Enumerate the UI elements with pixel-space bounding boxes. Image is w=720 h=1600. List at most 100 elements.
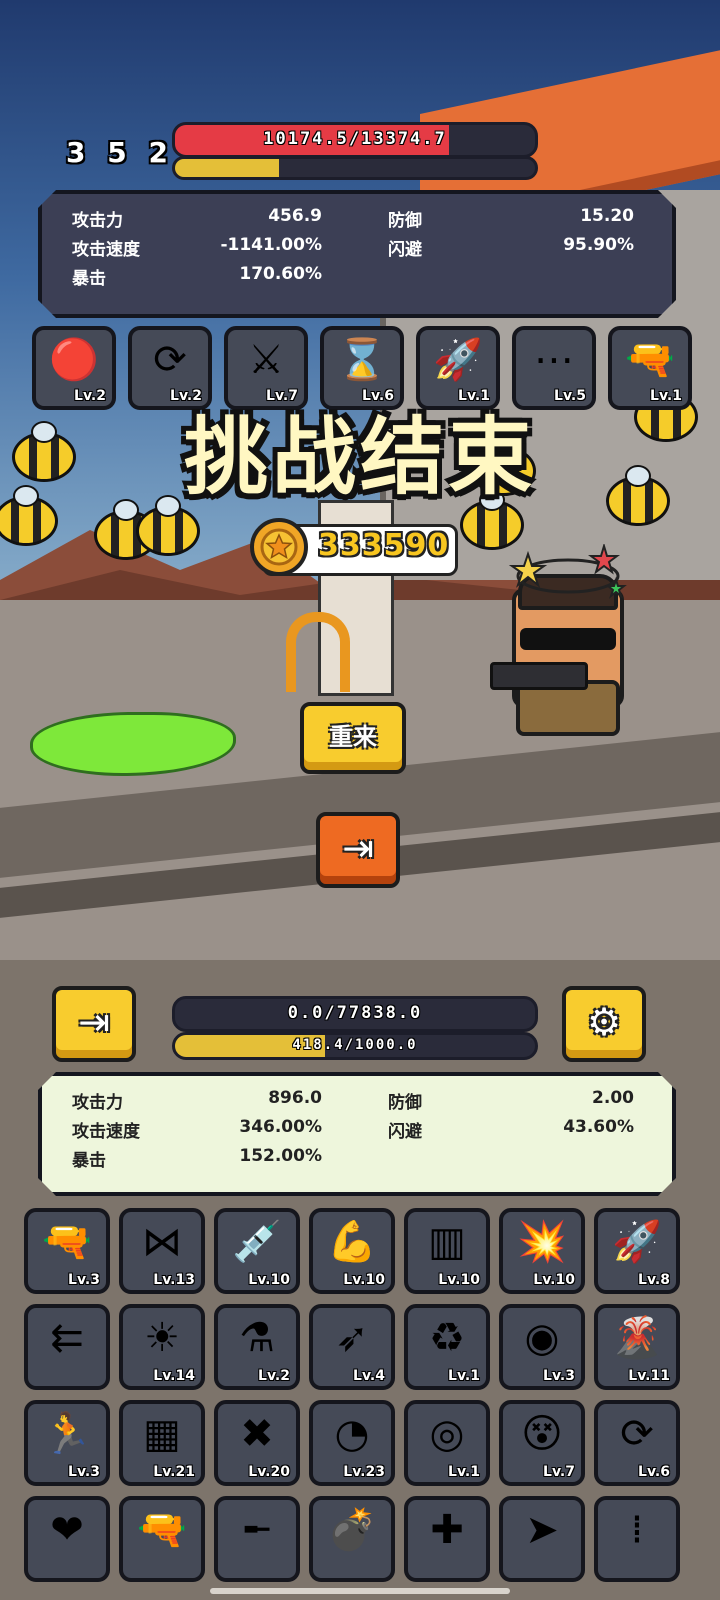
potion-icon: ⚗: [239, 1315, 275, 1361]
player-xp-bar: 418.4/1000.0: [172, 1032, 538, 1060]
skill-level-label: Lv.2: [258, 1368, 290, 1384]
player-skill-slot[interactable]: 🏃 Lv.3: [24, 1400, 110, 1486]
player-skill-slot[interactable]: 🚀 Lv.8: [594, 1208, 680, 1294]
player-skill-slot[interactable]: ✚: [404, 1496, 490, 1582]
skill-level-label: Lv.10: [438, 1272, 480, 1288]
grenade-icon: 💣: [327, 1507, 377, 1553]
bullet-icon: 🚀: [433, 337, 483, 383]
player-skill-slot[interactable]: ⋈ Lv.13: [119, 1208, 205, 1294]
player-skill-slot[interactable]: ☀ Lv.14: [119, 1304, 205, 1390]
player-sunglasses: [520, 628, 616, 650]
enemy-hp-text: 10174.5/13374.7: [263, 129, 447, 149]
player-skill-slot[interactable]: 🔫 Lv.3: [24, 1208, 110, 1294]
path-dots-icon: ⋯: [534, 337, 574, 383]
player-skill-slot[interactable]: ╾: [214, 1496, 300, 1582]
enemy-secondary-fill: [175, 159, 280, 177]
muscle-icon: 💪: [327, 1219, 377, 1265]
player-dodge-label: 闪避: [388, 1122, 422, 1142]
player-skill-slot[interactable]: ⟳ Lv.6: [594, 1400, 680, 1486]
black-hole-icon: ◉: [524, 1315, 560, 1361]
stage-level: 3 5 2: [66, 136, 174, 169]
enemy-crit-value: 170.60%: [239, 264, 322, 284]
skill-level-label: Lv.23: [343, 1464, 385, 1480]
retry-button[interactable]: 重来: [300, 702, 406, 774]
exit-door-icon: ⇥: [78, 1000, 110, 1044]
shotgun-icon: ╾: [244, 1507, 270, 1553]
enemy-defense-label: 防御: [388, 211, 422, 231]
player-skill-slot[interactable]: ➤: [499, 1496, 585, 1582]
skill-level-label: Lv.4: [353, 1368, 385, 1384]
skill-level-label: Lv.14: [153, 1368, 195, 1384]
skill-level-label: Lv.8: [638, 1272, 670, 1288]
player-defense-value: 2.00: [592, 1088, 634, 1108]
player-rifle: [490, 662, 588, 690]
player-xp-text: 418.4/1000.0: [292, 1037, 418, 1053]
pistol-icon: 🔫: [137, 1507, 187, 1553]
player-exit-button[interactable]: ⇥: [52, 986, 136, 1062]
volcano-icon: 🌋: [612, 1315, 662, 1361]
skill-level-label: Lv.10: [248, 1272, 290, 1288]
star-coin-icon: [250, 518, 308, 576]
player-skill-slot[interactable]: ♻ Lv.1: [404, 1304, 490, 1390]
skill-level-label: Lv.7: [543, 1464, 575, 1480]
cycle-bolt-icon: ⟳: [620, 1411, 654, 1457]
enemy-hp-bar: 10174.5/13374.7: [172, 122, 538, 158]
enemy-speed-value: -1141.00%: [220, 235, 322, 255]
target-icon: ◎: [429, 1411, 465, 1457]
player-skill-slot[interactable]: ◉ Lv.3: [499, 1304, 585, 1390]
home-indicator[interactable]: [210, 1588, 510, 1594]
player-skill-slot[interactable]: 💣: [309, 1496, 395, 1582]
enemy-speed-label: 攻击速度: [72, 240, 140, 260]
player-skill-slot[interactable]: ❤: [24, 1496, 110, 1582]
player-skill-slot[interactable]: ✖ Lv.20: [214, 1400, 300, 1486]
enemy-attack-label: 攻击力: [72, 211, 123, 231]
skill-level-label: Lv.1: [448, 1368, 480, 1384]
enemy-defense-value: 15.20: [580, 206, 634, 226]
skill-level-label: Lv.21: [153, 1464, 195, 1480]
player-hp-text: 0.0/77838.0: [287, 1003, 423, 1023]
player-attack-value: 896.0: [268, 1088, 322, 1108]
enemy-secondary-bar: [172, 156, 538, 180]
player-skill-slot[interactable]: 💥 Lv.10: [499, 1208, 585, 1294]
player-speed-label: 攻击速度: [72, 1122, 140, 1142]
player-skill-slot[interactable]: 💪 Lv.10: [309, 1208, 395, 1294]
retry-button-label: 重来: [329, 723, 377, 751]
player-skill-slot[interactable]: 💉 Lv.10: [214, 1208, 300, 1294]
skill-level-label: Lv.3: [68, 1464, 100, 1480]
exit-door-icon: ⇥: [342, 826, 374, 870]
enemy-crit-label: 暴击: [72, 269, 106, 289]
speed-gauge-icon: ◔: [334, 1411, 370, 1457]
skill-level-label: Lv.11: [628, 1368, 670, 1384]
player-crit-label: 暴击: [72, 1151, 106, 1171]
cycle-bolt-icon: ⟳: [153, 337, 187, 383]
exit-button[interactable]: ⇥: [316, 812, 400, 888]
player-skill-slot[interactable]: ⚗ Lv.2: [214, 1304, 300, 1390]
player-defense-label: 防御: [388, 1093, 422, 1113]
player-skill-slot[interactable]: ➶ Lv.4: [309, 1304, 395, 1390]
player-skill-slot[interactable]: 🔫: [119, 1496, 205, 1582]
player-skill-slot[interactable]: ⇇: [24, 1304, 110, 1390]
player-skill-slot[interactable]: ⁞: [594, 1496, 680, 1582]
pistol-icon: 🔫: [625, 337, 675, 383]
skill-level-label: Lv.13: [153, 1272, 195, 1288]
player-skill-slot[interactable]: ◎ Lv.1: [404, 1400, 490, 1486]
sun-orb-icon: ☀: [144, 1315, 180, 1361]
syringe-icon: 💉: [232, 1219, 282, 1265]
bee-enemy: [136, 495, 200, 556]
magazine-icon: ▥: [428, 1219, 466, 1265]
enemy-attack-value: 456.9: [268, 206, 322, 226]
rocket-icon: 🚀: [612, 1219, 662, 1265]
player-skill-slot[interactable]: 😵 Lv.7: [499, 1400, 585, 1486]
player-skill-slot[interactable]: 🌋 Lv.11: [594, 1304, 680, 1390]
player-skill-slot[interactable]: ▦ Lv.21: [119, 1400, 205, 1486]
skill-level-label: Lv.6: [638, 1464, 670, 1480]
arrows-left-icon: ⇇: [50, 1315, 84, 1361]
settings-button[interactable]: ⚙: [562, 986, 646, 1062]
enemy-dodge-label: 闪避: [388, 240, 422, 260]
dizzy-stars-icon: [508, 544, 627, 599]
player-skill-slot[interactable]: ▥ Lv.10: [404, 1208, 490, 1294]
player-skill-slot[interactable]: ◔ Lv.23: [309, 1400, 395, 1486]
skill-level-label: Lv.10: [533, 1272, 575, 1288]
network-icon: ⋈: [142, 1219, 182, 1265]
player-speed-value: 346.00%: [239, 1117, 322, 1137]
